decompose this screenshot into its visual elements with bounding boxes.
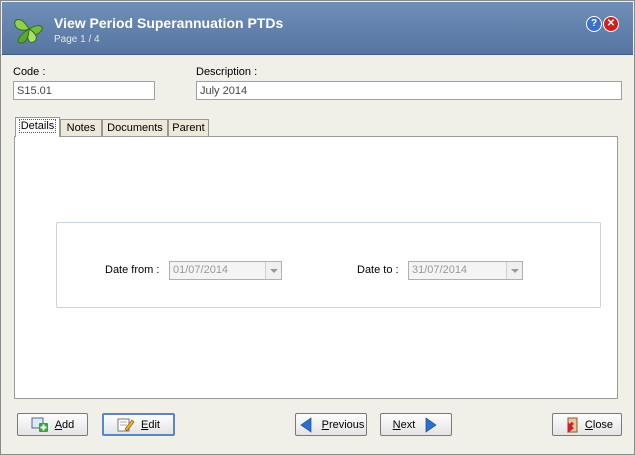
description-label: Description : (196, 66, 258, 78)
arrow-left-icon (299, 416, 311, 433)
edit-pencil-icon (117, 418, 135, 432)
close-button[interactable]: Close (552, 413, 622, 436)
add-button[interactable]: Add (17, 413, 88, 436)
close-door-icon (567, 417, 578, 433)
date-from-combo[interactable]: 01/07/2014 (169, 261, 282, 280)
window-frame: View Period Superannuation PTDs Page 1 /… (0, 0, 635, 455)
title-bar: View Period Superannuation PTDs Page 1 /… (2, 2, 633, 55)
description-field[interactable]: July 2014 (196, 81, 622, 100)
edit-button[interactable]: Edit (102, 413, 175, 436)
details-panel: Date from : 01/07/2014 Date to : 31/07/2… (14, 136, 618, 399)
code-field[interactable]: S15.01 (13, 81, 155, 100)
chevron-down-icon[interactable] (506, 262, 522, 279)
page-indicator: Page 1 / 4 (54, 34, 100, 45)
date-to-label: Date to : (357, 264, 399, 276)
tab-notes[interactable]: Notes (60, 119, 102, 136)
add-icon (31, 417, 48, 432)
help-icon[interactable]: ? (586, 16, 602, 32)
date-range-group: Date from : 01/07/2014 Date to : 31/07/2… (56, 222, 601, 308)
previous-button[interactable]: Previous (295, 413, 367, 436)
arrow-right-icon (425, 416, 437, 433)
window-title: View Period Superannuation PTDs (54, 15, 284, 31)
date-to-combo[interactable]: 31/07/2014 (408, 261, 523, 280)
date-from-label: Date from : (105, 264, 160, 276)
next-button[interactable]: Next (380, 413, 452, 436)
chevron-down-icon[interactable] (265, 262, 281, 279)
tab-details[interactable]: Details (15, 117, 60, 137)
leaf-logo-icon (14, 19, 43, 44)
close-icon[interactable]: ✕ (603, 16, 619, 32)
tab-documents[interactable]: Documents (102, 119, 168, 136)
code-label: Code : (13, 66, 46, 78)
tab-parent[interactable]: Parent (168, 119, 209, 136)
